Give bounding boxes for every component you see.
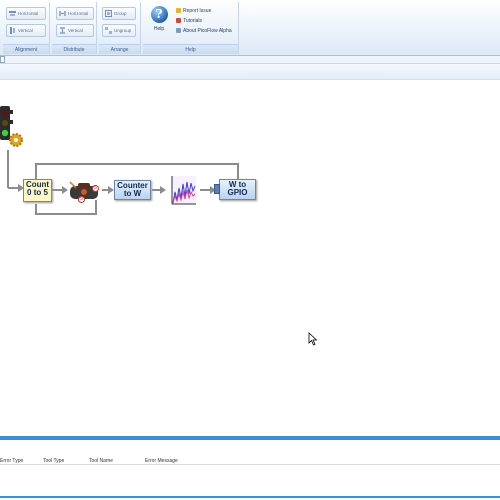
arrange-group: Group Ungroup Arrange xyxy=(99,2,141,54)
count-block[interactable]: Count 0 to 5 xyxy=(23,179,52,202)
distribute-group-label: Distribute xyxy=(52,44,96,54)
distribute-vertical-label: Vertical xyxy=(68,28,83,33)
bottom-border xyxy=(0,496,500,498)
ungroup-button[interactable]: Ungroup xyxy=(102,24,136,37)
tutorials-icon xyxy=(176,18,181,23)
distribute-horizontal-icon xyxy=(59,11,66,16)
secondary-toolbar xyxy=(0,64,500,80)
report-issue-icon xyxy=(176,8,181,13)
about-icon xyxy=(176,28,181,33)
alignment-group: Horizontal Vertical Alignment xyxy=(3,2,50,54)
ungroup-label: Ungroup xyxy=(114,28,132,33)
alignment-group-label: Alignment xyxy=(3,44,49,54)
report-issue-link[interactable]: Report Issue xyxy=(176,8,211,14)
align-vertical-icon xyxy=(10,27,15,34)
group-icon xyxy=(105,10,112,17)
tutorials-link[interactable]: Tutorials xyxy=(176,18,202,24)
count-block-label: Count 0 to 5 xyxy=(25,180,50,197)
distribute-horizontal-button[interactable]: Horizontal xyxy=(56,7,94,20)
arrow-3 xyxy=(160,186,166,194)
w-to-gpio-block[interactable]: W to GPIO xyxy=(219,179,256,200)
distribute-vertical-icon xyxy=(60,27,65,34)
distribute-group: Horizontal Vertical Distribute xyxy=(52,2,97,54)
distribute-vertical-button[interactable]: Vertical xyxy=(56,24,94,37)
document-tab[interactable] xyxy=(0,56,5,63)
chip-badge-b: 5 xyxy=(78,196,85,203)
about-link[interactable]: About PicoFlow Alpha xyxy=(176,28,232,34)
document-tab-strip xyxy=(0,56,500,64)
counter-to-w-label: Counter to W xyxy=(117,181,148,198)
help-group-label: Help xyxy=(143,44,238,54)
graph-block-icon[interactable] xyxy=(170,174,198,206)
counter-to-w-block[interactable]: Counter to W xyxy=(114,180,151,200)
header-divider xyxy=(0,464,500,465)
gpio-port-icon xyxy=(214,184,220,194)
align-horizontal-label: Horizontal xyxy=(18,11,39,16)
arrange-group-label: Arrange xyxy=(99,44,140,54)
align-horizontal-icon xyxy=(9,11,16,16)
flow-canvas[interactable]: Count 0 to 5 5 5 Counter to W W to GPIO xyxy=(0,80,500,436)
help-button[interactable]: ? Help xyxy=(148,6,170,40)
ungroup-icon xyxy=(105,27,112,34)
ribbon: Horizontal Vertical Alignment Horizontal… xyxy=(0,0,500,56)
chip-badge-a: 5 xyxy=(92,185,99,192)
chip-block-icon[interactable]: 5 5 xyxy=(68,180,102,204)
align-vertical-label: Vertical xyxy=(18,28,33,33)
report-issue-label: Report Issue xyxy=(183,8,212,14)
align-vertical-button[interactable]: Vertical xyxy=(6,24,46,37)
align-horizontal-button[interactable]: Horizontal xyxy=(6,7,46,20)
gear-icon xyxy=(8,132,24,148)
about-label: About PicoFlow Alpha xyxy=(183,28,232,34)
group-button[interactable]: Group xyxy=(102,7,136,20)
error-list-panel: Error Type Tool Type Tool Name Error Mes… xyxy=(0,440,500,500)
distribute-horizontal-label: Horizontal xyxy=(68,11,89,16)
w-to-gpio-label: W to GPIO xyxy=(227,180,248,197)
group-label: Group xyxy=(114,11,127,16)
mouse-cursor-icon xyxy=(308,332,318,346)
help-question-icon: ? xyxy=(150,6,168,23)
help-button-label: Help xyxy=(153,26,165,32)
flow-connectors xyxy=(7,150,239,215)
tutorials-label: Tutorials xyxy=(183,18,202,24)
